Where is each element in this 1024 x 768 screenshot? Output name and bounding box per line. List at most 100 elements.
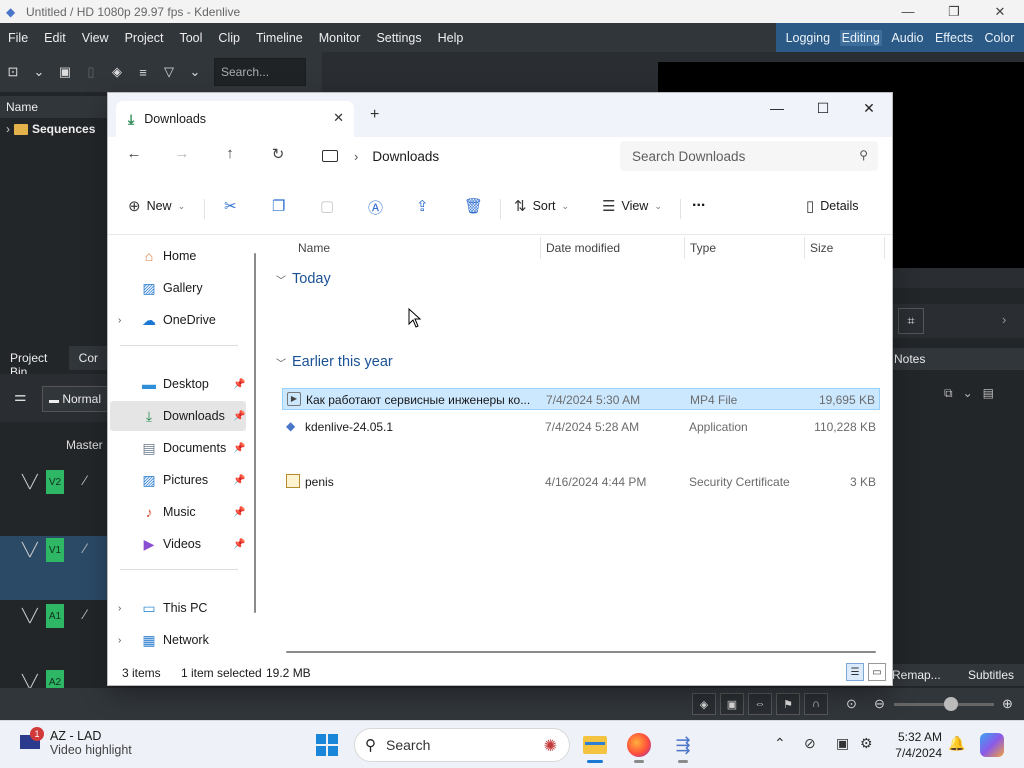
restore-icon[interactable]: ❐ (931, 0, 977, 23)
copilot-icon[interactable] (980, 733, 1004, 757)
sidebar-item-gallery[interactable]: ▨ Gallery (108, 273, 258, 303)
search-input[interactable]: Search Downloads ⚲ (620, 141, 878, 171)
details-view-icon[interactable]: ☰ (846, 663, 864, 681)
snapshot-icon[interactable]: ▣ (720, 693, 744, 715)
chevron-down-icon[interactable]: ⌄ (26, 64, 52, 80)
mode-editing[interactable]: Editing (839, 29, 882, 46)
chevron-down-icon[interactable]: ╲╱ (22, 542, 38, 558)
track-badge[interactable]: V2 (46, 470, 64, 494)
zoom-out-icon[interactable]: ⊖ (874, 696, 885, 712)
copy-button[interactable]: ❐ (272, 197, 285, 215)
add-folder-icon[interactable]: ▣ (52, 64, 78, 80)
sidebar-item-home[interactable]: ⌂ Home (108, 241, 258, 271)
column-divider[interactable] (684, 237, 685, 259)
taskbar-search[interactable]: ⚲ Search ✺ (354, 728, 570, 762)
sidebar-item-onedrive[interactable]: › ☁ OneDrive (108, 305, 258, 335)
zoom-fit-icon[interactable]: ⊙ (846, 696, 857, 712)
menu-help[interactable]: Help (430, 31, 472, 45)
group-today[interactable]: ﹀ Today (276, 271, 331, 287)
more-options-button[interactable]: ... (692, 193, 705, 211)
effect-wand-icon[interactable]: ⁄ (84, 606, 86, 622)
display-icon[interactable]: ▣ (836, 735, 849, 752)
mode-audio[interactable]: Audio (889, 30, 925, 46)
tiles-view-icon[interactable]: ▭ (868, 663, 886, 681)
chevron-right-icon[interactable]: › (1002, 312, 1006, 327)
sort-button[interactable]: ⇅ Sort ⌄ (514, 197, 569, 215)
widgets-button[interactable]: 1 AZ - LAD Video highlight (18, 727, 132, 757)
firefox-taskbar-button[interactable] (622, 729, 656, 763)
group-earlier-this-year[interactable]: ﹀ Earlier this year (276, 354, 393, 370)
chevron-down-icon[interactable]: ╲╱ (22, 474, 38, 490)
breadcrumb[interactable]: Downloads (372, 149, 439, 164)
view-button[interactable]: ☰ View ⌄ (602, 197, 662, 215)
tag-icon[interactable]: ◈ (692, 693, 716, 715)
column-type[interactable]: Type (690, 241, 716, 255)
sidebar-item-downloads[interactable]: ⤓ Downloads 📌 (110, 401, 246, 431)
sidebar-scrollbar[interactable] (254, 253, 256, 613)
paste-button[interactable]: ▢ (320, 197, 334, 215)
refresh-icon[interactable]: ↻ (266, 145, 290, 163)
mode-logging[interactable]: Logging (784, 30, 833, 46)
menu-file[interactable]: File (0, 31, 36, 45)
sequences-folder[interactable]: › Sequences (6, 122, 95, 136)
menu-view[interactable]: View (74, 31, 117, 45)
new-tab-icon[interactable]: + (370, 106, 379, 124)
column-divider[interactable] (884, 237, 885, 259)
zoom-slider-handle[interactable] (944, 697, 958, 711)
address-bar[interactable]: › Downloads (314, 141, 610, 171)
menu-timeline[interactable]: Timeline (248, 31, 311, 45)
edit-mode-select[interactable]: ▬ Normal (42, 386, 108, 412)
file-list-scrollbar[interactable] (286, 651, 876, 653)
snap-icon[interactable]: ⇔ (748, 693, 772, 715)
chevron-right-icon[interactable]: › (118, 603, 121, 614)
bell-icon[interactable]: 🔔 (948, 735, 965, 752)
chevron-right-icon[interactable]: › (118, 635, 121, 646)
sidebar-item-videos[interactable]: ▶ Videos 📌 (108, 529, 258, 559)
menu-tool[interactable]: Tool (171, 31, 210, 45)
details-button[interactable]: ▯ Details (806, 197, 858, 215)
new-button[interactable]: ⊕ New ⌄ (128, 197, 185, 215)
bin-name-header[interactable]: Name (0, 96, 108, 118)
bin-search-input[interactable]: Search... (214, 58, 306, 86)
chevron-right-icon[interactable]: › (118, 315, 121, 326)
network-icon[interactable]: ⊘ (804, 735, 816, 752)
share-button[interactable]: ⇪ (416, 197, 429, 215)
menu-monitor[interactable]: Monitor (311, 31, 369, 45)
chevron-up-icon[interactable]: ⌃ (774, 735, 786, 752)
close-icon[interactable]: ✕ (977, 0, 1023, 23)
minimize-icon[interactable]: — (754, 93, 800, 123)
mode-effects[interactable]: Effects (933, 30, 975, 46)
flag-icon[interactable]: ⚑ (776, 693, 800, 715)
sidebar-item-network[interactable]: › ▦ Network (108, 625, 258, 655)
chevron-down-icon[interactable]: ╲╱ (22, 674, 38, 688)
filter-icon[interactable]: ▽ (156, 64, 182, 80)
sidebar-item-desktop[interactable]: ▬ Desktop 📌 (108, 369, 258, 399)
delete-icon[interactable]: ▯ (78, 64, 104, 80)
table-row[interactable]: ▶ Как работают сервисные инженеры ко... … (282, 388, 880, 410)
back-arrow-icon[interactable]: ← (122, 145, 146, 162)
column-size[interactable]: Size (810, 241, 833, 255)
rename-button[interactable]: Ⓐ (368, 197, 383, 218)
chevron-down-icon[interactable]: ⌄ (182, 64, 208, 80)
up-arrow-icon[interactable]: ↑ (218, 145, 242, 162)
tag-icon[interactable]: ◈ (104, 64, 130, 80)
table-row[interactable]: penis 4/16/2024 4:44 PM Security Certifi… (282, 471, 880, 493)
zoom-in-icon[interactable]: ⊕ (1002, 696, 1013, 712)
effect-wand-icon[interactable]: ⁄ (84, 540, 86, 556)
crop-icon[interactable]: ⌗ (898, 308, 924, 334)
tab-remap[interactable]: Remap... (892, 668, 941, 682)
column-divider[interactable] (804, 237, 805, 259)
sidebar-item-pictures[interactable]: ▨ Pictures 📌 (108, 465, 258, 495)
close-tab-icon[interactable]: ✕ (333, 110, 344, 126)
track-badge[interactable]: A1 (46, 604, 64, 628)
menu-project[interactable]: Project (117, 31, 172, 45)
track-badge[interactable]: A2 (46, 670, 64, 688)
menu-settings[interactable]: Settings (368, 31, 429, 45)
save-icon[interactable]: ▤ (983, 386, 994, 401)
sidebar-item-documents[interactable]: ▤ Documents 📌 (108, 433, 258, 463)
kdenlive-taskbar-button[interactable]: ⇶ (666, 729, 700, 763)
chevron-down-icon[interactable]: ⌄ (963, 386, 973, 401)
sidebar-item-this-pc[interactable]: › ▭ This PC (108, 593, 258, 623)
start-button[interactable] (316, 734, 338, 756)
delete-button[interactable]: 🗑 (464, 197, 483, 215)
